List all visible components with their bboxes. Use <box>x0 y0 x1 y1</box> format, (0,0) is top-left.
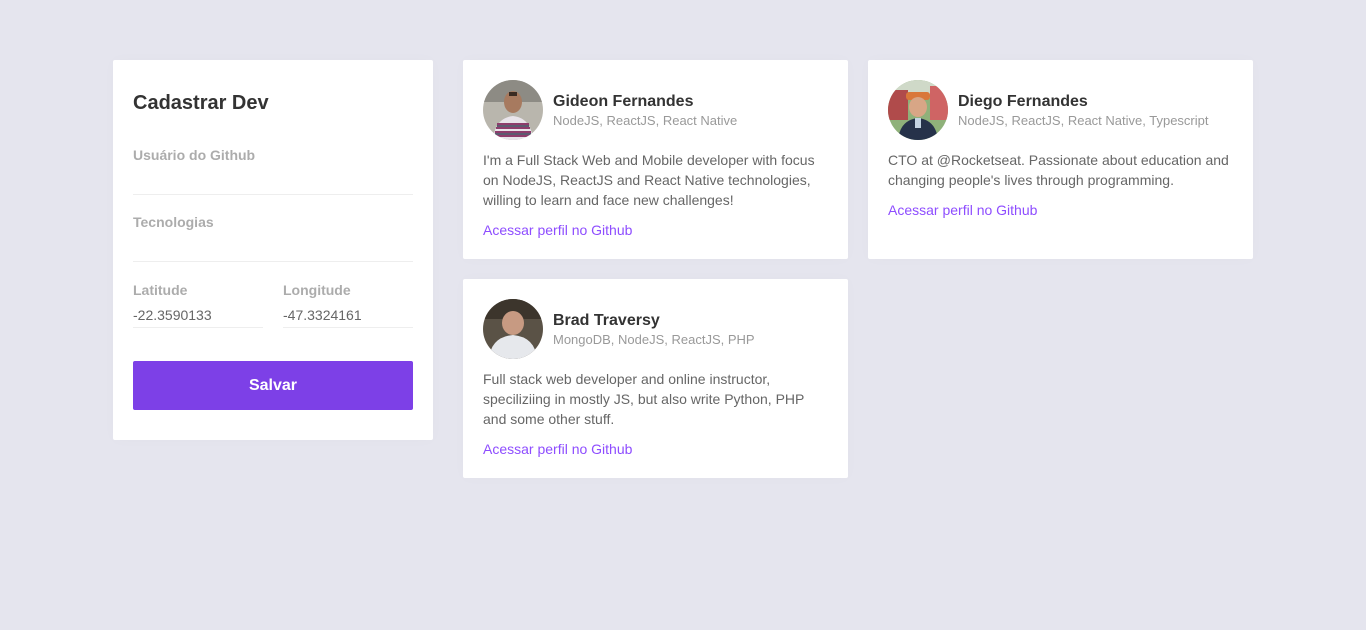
techs-field: Tecnologias <box>133 214 413 262</box>
github-profile-link[interactable]: Acessar perfil no Github <box>888 200 1037 220</box>
dev-card-header: Diego Fernandes NodeJS, ReactJS, React N… <box>888 80 1233 140</box>
dev-card-header: Gideon Fernandes NodeJS, ReactJS, React … <box>483 80 828 140</box>
dev-bio: I'm a Full Stack Web and Mobile develope… <box>483 152 815 208</box>
github-username-input[interactable] <box>133 163 413 195</box>
avatar <box>483 80 543 140</box>
longitude-input[interactable] <box>283 298 413 328</box>
latitude-label: Latitude <box>133 282 188 298</box>
latitude-input[interactable] <box>133 298 263 328</box>
github-username-field: Usuário do Github <box>133 147 413 195</box>
user-info: Gideon Fernandes NodeJS, ReactJS, React … <box>553 92 737 129</box>
techs-label: Tecnologias <box>133 214 214 230</box>
form-title: Cadastrar Dev <box>133 92 269 114</box>
avatar <box>888 80 948 140</box>
register-dev-form: Cadastrar Dev Usuário do Github Tecnolog… <box>113 60 433 440</box>
dev-name: Gideon Fernandes <box>553 92 694 110</box>
github-profile-link[interactable]: Acessar perfil no Github <box>483 220 632 240</box>
dev-name: Diego Fernandes <box>958 92 1088 110</box>
dev-card-header: Brad Traversy MongoDB, NodeJS, ReactJS, … <box>483 299 828 359</box>
coordinates-row: Latitude Longitude <box>133 282 413 328</box>
dev-techs: MongoDB, NodeJS, ReactJS, PHP <box>553 331 755 347</box>
longitude-label: Longitude <box>283 282 351 298</box>
avatar <box>483 299 543 359</box>
save-button[interactable]: Salvar <box>133 361 413 410</box>
dev-techs: NodeJS, ReactJS, React Native <box>553 112 738 128</box>
user-info: Brad Traversy MongoDB, NodeJS, ReactJS, … <box>553 311 755 348</box>
dev-techs: NodeJS, ReactJS, React Native, Typescrip… <box>958 112 1209 128</box>
dev-name: Brad Traversy <box>553 311 660 329</box>
techs-input[interactable] <box>133 230 413 262</box>
dev-card: Brad Traversy MongoDB, NodeJS, ReactJS, … <box>463 279 848 478</box>
latitude-field: Latitude <box>133 282 263 328</box>
github-profile-link[interactable]: Acessar perfil no Github <box>483 439 632 459</box>
github-username-label: Usuário do Github <box>133 147 256 163</box>
dev-card: Gideon Fernandes NodeJS, ReactJS, React … <box>463 60 848 259</box>
app-root: Cadastrar Dev Usuário do Github Tecnolog… <box>0 0 1366 630</box>
dev-bio: CTO at @Rocketseat. Passionate about edu… <box>888 152 1229 188</box>
dev-bio: Full stack web developer and online inst… <box>483 371 805 427</box>
dev-card: Diego Fernandes NodeJS, ReactJS, React N… <box>868 60 1253 259</box>
user-info: Diego Fernandes NodeJS, ReactJS, React N… <box>958 92 1208 129</box>
longitude-field: Longitude <box>283 282 413 328</box>
